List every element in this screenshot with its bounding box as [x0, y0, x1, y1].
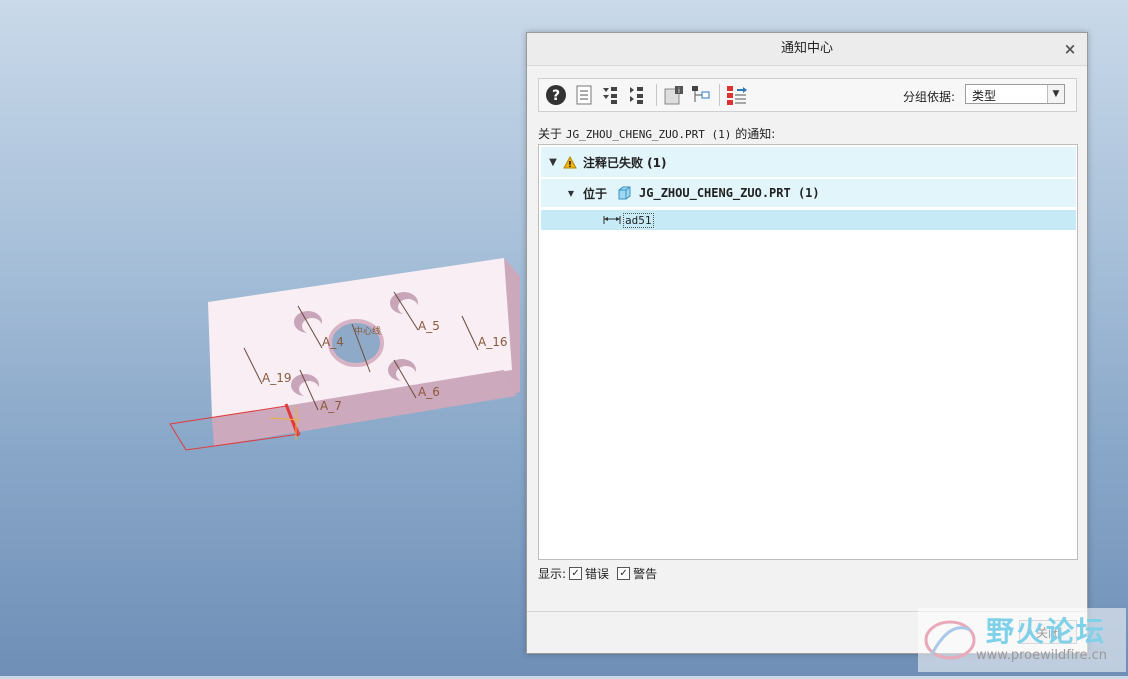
group-by-label: 分组依据:: [903, 90, 956, 104]
tree-icon[interactable]: [689, 84, 711, 106]
warnings-label: 警告: [633, 567, 658, 581]
about-suffix: 的通知:: [735, 127, 776, 141]
refresh-list-icon[interactable]: [726, 84, 748, 106]
annotation-a5: A_5: [418, 319, 440, 333]
notification-center-dialog: 通知中心 × ? i 分组依据: 类型 ▼ 关于 JG_ZHOU_CHENG_Z…: [526, 32, 1088, 654]
tree-item-row[interactable]: ad51: [541, 210, 1076, 230]
part-icon: [618, 186, 631, 200]
collapse-triangle-icon[interactable]: ▼: [547, 157, 559, 168]
tree-location-row[interactable]: ▼ 位于 JG_ZHOU_CHENG_ZUO.PRT (1): [541, 179, 1076, 207]
svg-text:!: !: [568, 160, 572, 169]
group-by-select[interactable]: 类型 ▼: [965, 84, 1065, 104]
group-by-value: 类型: [972, 89, 997, 103]
annotation-a16: A_16: [478, 335, 507, 349]
annotation-centerline: 中心线: [354, 325, 381, 337]
annotation-a7: A_7: [320, 399, 342, 413]
info-page-icon[interactable]: i: [663, 84, 685, 106]
collapse-triangle-icon[interactable]: ▼: [565, 189, 577, 198]
list-details-icon[interactable]: [573, 84, 595, 106]
watermark-title: 野火论坛: [986, 615, 1107, 648]
show-label: 显示:: [538, 567, 567, 581]
dialog-title: 通知中心: [780, 41, 833, 56]
svg-text:?: ?: [552, 88, 560, 104]
annotation-a4: A_4: [322, 335, 344, 349]
watermark-url: www.proewildfire.cn: [976, 648, 1107, 663]
tree-location-label: 位于: [583, 186, 608, 201]
tree-item-label: ad51: [623, 212, 654, 228]
tree-group-row[interactable]: ▼ ! 注释已失败 (1): [541, 147, 1076, 177]
errors-label: 错误: [585, 567, 610, 581]
help-icon[interactable]: ?: [545, 84, 567, 106]
collapse-all-icon[interactable]: [625, 84, 647, 106]
dropdown-arrow-icon[interactable]: ▼: [1047, 85, 1064, 103]
show-filter: 显示: ✓ 错误 ✓ 警告: [538, 565, 657, 582]
toolbar: ? i 分组依据: 类型 ▼: [538, 78, 1077, 112]
notification-tree: ▼ ! 注释已失败 (1) ▼ 位于 JG_ZHOU_CHENG_ZUO.PRT…: [538, 144, 1078, 560]
dimension-icon: [603, 216, 621, 224]
annotation-a6: A_6: [418, 385, 440, 399]
tree-group-label: 注释已失败 (1): [583, 155, 667, 170]
errors-checkbox[interactable]: ✓: [569, 567, 583, 580]
svg-text:i: i: [678, 87, 680, 95]
warnings-checkbox[interactable]: ✓: [617, 567, 631, 580]
about-line: 关于 JG_ZHOU_CHENG_ZUO.PRT (1) 的通知:: [538, 125, 775, 142]
watermark-logo: [924, 620, 976, 660]
expand-all-icon[interactable]: [599, 84, 621, 106]
warning-icon: !: [563, 155, 577, 169]
close-icon[interactable]: ×: [1061, 33, 1079, 65]
about-file: JG_ZHOU_CHENG_ZUO.PRT (1): [565, 128, 732, 141]
about-prefix: 关于: [538, 127, 563, 141]
tree-location-file: JG_ZHOU_CHENG_ZUO.PRT (1): [639, 186, 820, 200]
dialog-titlebar[interactable]: 通知中心 ×: [527, 33, 1087, 66]
annotation-a19: A_19: [262, 371, 291, 385]
